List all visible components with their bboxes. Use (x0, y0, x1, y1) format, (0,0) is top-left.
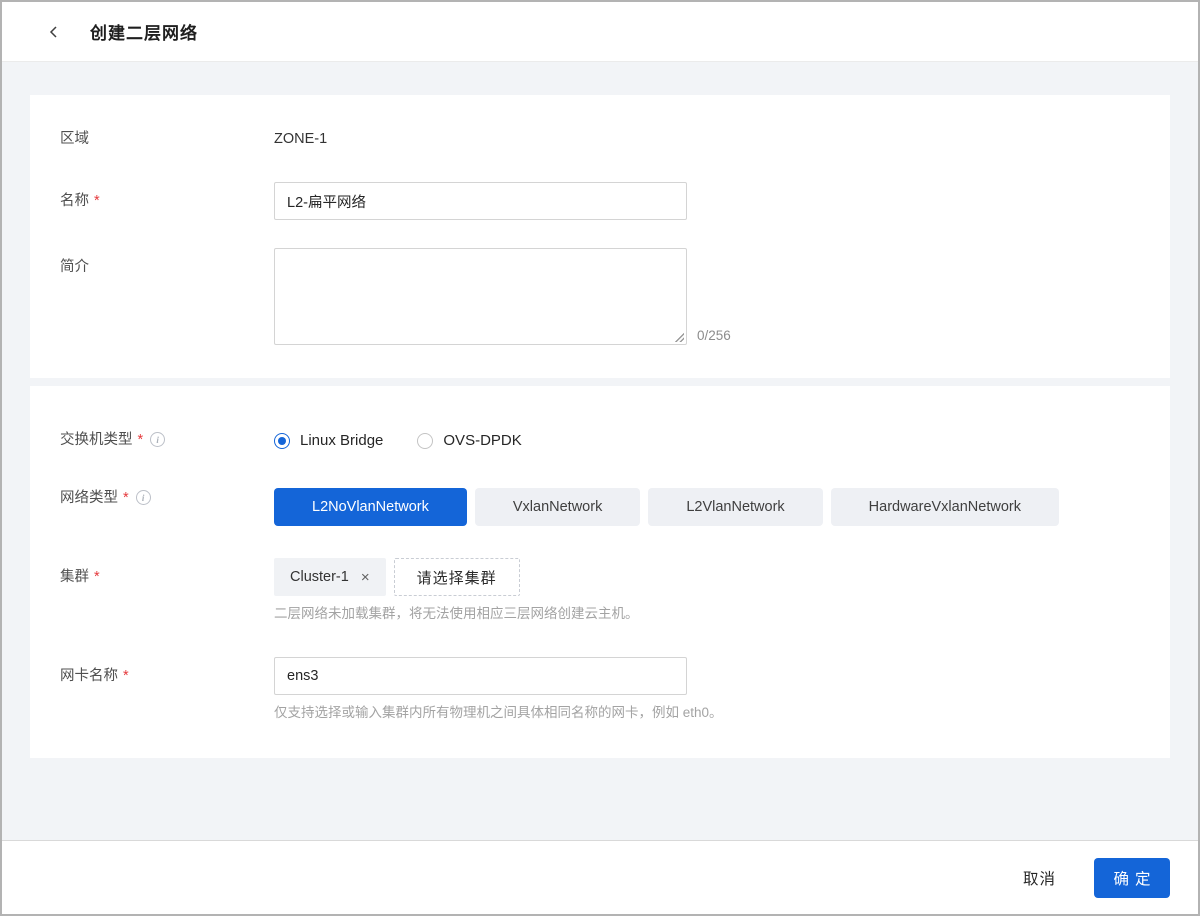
radio-ovs-dpdk[interactable]: OVS-DPDK (417, 432, 522, 449)
select-cluster-button[interactable]: 请选择集群 (393, 558, 520, 596)
name-input[interactable] (274, 182, 687, 220)
zone-value: ZONE-1 (274, 131, 328, 147)
cluster-tag-label: Cluster-1 (290, 569, 349, 585)
cluster-helper-text: 二层网络未加载集群，将无法使用相应三层网络创建云主机。 (274, 606, 639, 621)
network-config-card: 交换机类型 * i Linux Bridge OVS-DPDK 网络类型 * i (30, 386, 1170, 758)
zone-label: 区域 (60, 131, 89, 147)
required-mark: * (123, 490, 129, 506)
footer-bar: 取消 确定 (2, 840, 1198, 914)
char-counter: 0/256 (697, 328, 731, 343)
switch-type-row: 交换机类型 * i Linux Bridge OVS-DPDK (60, 430, 1140, 450)
basic-info-card: 区域 ZONE-1 名称 * 简介 0 (30, 95, 1170, 378)
cancel-button[interactable]: 取消 (1023, 867, 1056, 889)
required-mark: * (94, 193, 100, 209)
description-row: 简介 0/256 (60, 248, 1140, 345)
required-mark: * (137, 432, 144, 448)
back-button[interactable] (42, 20, 66, 44)
info-icon[interactable]: i (150, 432, 166, 447)
confirm-button[interactable]: 确定 (1094, 857, 1170, 898)
network-type-label: 网络类型 (60, 490, 118, 506)
create-l2-network-page: { "icons": { "info": "i", "close": "×" }… (0, 0, 1200, 916)
network-type-row: 网络类型 * i L2NoVlanNetwork VxlanNetwork L2… (60, 488, 1140, 526)
remove-cluster-icon[interactable]: × (361, 570, 370, 585)
switch-type-label: 交换机类型 (60, 432, 133, 448)
network-type-l2novlan-button[interactable]: L2NoVlanNetwork (274, 488, 467, 526)
name-row: 名称 * (60, 182, 1140, 220)
radio-unselected-icon (417, 432, 434, 449)
header-bar: 创建二层网络 (2, 2, 1198, 62)
cluster-label: 集群 (60, 569, 89, 585)
back-chevron-icon (47, 25, 61, 39)
name-label: 名称 (60, 193, 89, 209)
cluster-tag: Cluster-1 × (274, 558, 386, 596)
network-type-vxlan-button[interactable]: VxlanNetwork (474, 488, 641, 526)
nic-name-label: 网卡名称 (60, 668, 118, 684)
nic-name-input[interactable] (274, 657, 687, 695)
required-mark: * (123, 668, 129, 684)
page-title: 创建二层网络 (90, 24, 198, 43)
required-mark: * (94, 569, 100, 585)
network-type-hardwarevxlan-button[interactable]: HardwareVxlanNetwork (830, 488, 1059, 526)
description-textarea[interactable] (274, 248, 687, 345)
description-label: 简介 (60, 259, 89, 275)
nic-name-row: 网卡名称 * 仅支持选择或输入集群内所有物理机之间具体相同名称的网卡，例如 et… (60, 657, 1140, 722)
radio-linux-bridge[interactable]: Linux Bridge (274, 432, 383, 449)
zone-row: 区域 ZONE-1 (60, 129, 1140, 149)
form-content: 区域 ZONE-1 名称 * 简介 0 (2, 62, 1198, 758)
radio-selected-icon (274, 432, 290, 449)
network-type-l2vlan-button[interactable]: L2VlanNetwork (648, 488, 823, 526)
cluster-row: 集群 * Cluster-1 × 请选择集群 二层网络未加载集群，将无法使用相应… (60, 558, 1140, 623)
info-icon[interactable]: i (135, 490, 151, 505)
nic-helper-text: 仅支持选择或输入集群内所有物理机之间具体相同名称的网卡，例如 eth0。 (274, 705, 723, 720)
